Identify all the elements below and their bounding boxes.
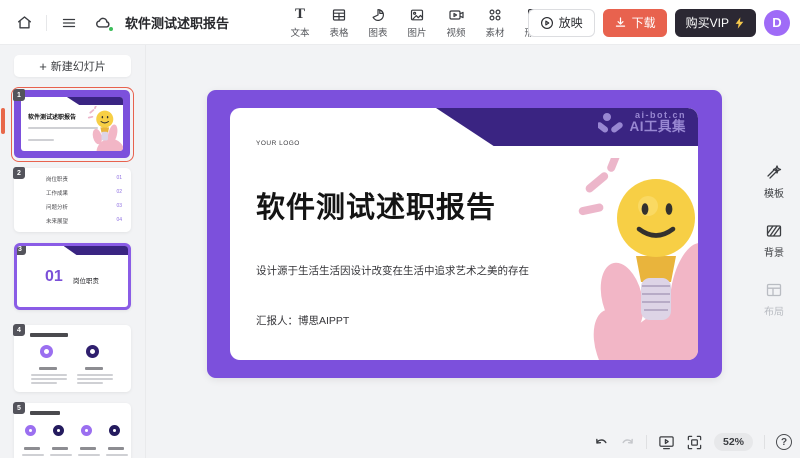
home-button[interactable] [12,11,36,35]
rail-item-layout[interactable]: 布局 [764,281,784,318]
text-icon: T [295,6,305,23]
pie-chart-icon [370,6,386,23]
present-button[interactable]: 放映 [528,9,595,37]
home-icon [16,14,33,31]
thumbnail-slide-3[interactable]: 3 01 岗位职责 [14,243,131,310]
section-number: 01 [45,268,63,286]
slide-banner-shape[interactable]: ai-bot.cn AI工具集 [436,108,698,146]
slide-thumbnail-panel: + 新建幻灯片 1 软件测试述职报告 [0,45,146,458]
plus-icon: + [39,59,47,74]
thumbnail-slide-2[interactable]: 2 岗位职责01 工作成果02 问题分析03 未来展望04 [14,168,131,232]
watermark-line2: AI工具集 [630,120,687,134]
tool-video[interactable]: 视频 [443,6,469,39]
slide-title-text[interactable]: 软件测试述职报告 [256,184,496,226]
thumbnail-slide-4[interactable]: 4 [14,325,131,392]
design-rail: 模板 背景 布局 [748,45,800,458]
donut-marker [81,425,92,436]
slide-number-badge: 3 [14,243,26,255]
donut-marker [25,425,36,436]
slide-number-badge: 5 [13,402,25,414]
play-circle-icon [540,16,554,30]
undo-icon[interactable] [594,435,609,450]
editor-canvas[interactable]: ai-bot.cn AI工具集 YOUR LOGO 软件测试述职报告 设计源于生… [146,45,800,458]
mini-emoji-lightbulb [82,106,123,151]
logo-placeholder-text[interactable]: YOUR LOGO [256,140,300,147]
redo-icon[interactable] [620,435,635,450]
zoom-level-badge[interactable]: 52% [714,433,753,451]
donut-marker [40,345,53,358]
table-icon [331,6,347,23]
fit-to-screen-icon[interactable] [686,434,703,451]
thumbnail-slide-1[interactable]: 1 软件测试述职报告 [11,87,134,162]
document-title: 软件测试述职报告 [125,13,229,32]
help-button[interactable]: ? [776,434,792,450]
tool-image[interactable]: 图片 [404,6,430,39]
download-button[interactable]: 下载 [603,9,667,37]
slide-subtitle-text[interactable]: 设计源于生活生活因设计改变在生活中追求艺术之美的存在 [256,263,529,278]
tool-text[interactable]: T 文本 [287,6,313,39]
mini-banner [64,246,128,255]
presenter-view-icon[interactable] [658,434,675,451]
slide-presenter-text[interactable]: 汇报人：博思AIPPT [256,313,349,328]
thumbnail-slide-5[interactable]: 5 [14,403,131,458]
new-slide-button[interactable]: + 新建幻灯片 [14,55,131,77]
buy-vip-button[interactable]: 购买VIP [675,9,756,37]
status-bar: 52% ? [594,433,792,451]
donut-marker [109,425,120,436]
toc-row: 岗位职责01 [14,175,131,187]
statusbar-divider [646,435,647,449]
slide-number-badge: 4 [13,324,25,336]
rail-item-template[interactable]: 模板 [764,163,784,200]
toolbar-right-group: 放映 下载 购买VIP D [528,0,790,45]
image-icon [409,6,425,23]
user-avatar[interactable]: D [764,10,790,36]
sync-status-dot [108,26,114,32]
menu-button[interactable] [57,11,81,35]
mini-slide-title: 软件测试述职报告 [28,112,76,121]
tool-table[interactable]: 表格 [326,6,352,39]
top-toolbar: 软件测试述职报告 T 文本 表格 图表 [0,0,800,45]
layout-icon [765,281,783,299]
mini-banner [67,97,123,105]
donut-marker [53,425,64,436]
rail-item-background[interactable]: 背景 [764,222,784,259]
cloud-sync-button[interactable] [91,11,115,35]
panel-collapse-handle[interactable] [1,108,5,134]
hamburger-icon [61,15,77,31]
toc-row: 工作成果02 [14,189,131,201]
toc-row: 问题分析03 [14,203,131,215]
ai-bot-logo-icon [598,112,624,134]
slide-1-preview: 软件测试述职报告 [14,90,130,158]
donut-marker [86,345,99,358]
toc-row: 未来展望04 [14,217,131,229]
toolbar-left-group: 软件测试述职报告 [12,0,229,45]
slide-card-shape[interactable]: ai-bot.cn AI工具集 YOUR LOGO 软件测试述职报告 设计源于生… [230,108,698,360]
toolbar-divider [46,15,47,31]
tool-chart[interactable]: 图表 [365,6,391,39]
lightning-icon [734,17,745,29]
download-icon [614,16,627,29]
emoji-lightbulb-image[interactable] [560,158,698,360]
section-title: 岗位职责 [73,275,99,285]
tool-assets[interactable]: 素材 [482,6,508,39]
slide-number-badge: 1 [13,89,25,101]
video-icon [448,6,465,23]
template-icon [765,163,783,181]
watermark: ai-bot.cn AI工具集 [598,111,687,135]
assets-grid-icon [487,6,503,23]
statusbar-divider [764,435,765,449]
slide-number-badge: 2 [13,167,25,179]
current-slide[interactable]: ai-bot.cn AI工具集 YOUR LOGO 软件测试述职报告 设计源于生… [207,90,722,378]
background-icon [765,222,783,240]
